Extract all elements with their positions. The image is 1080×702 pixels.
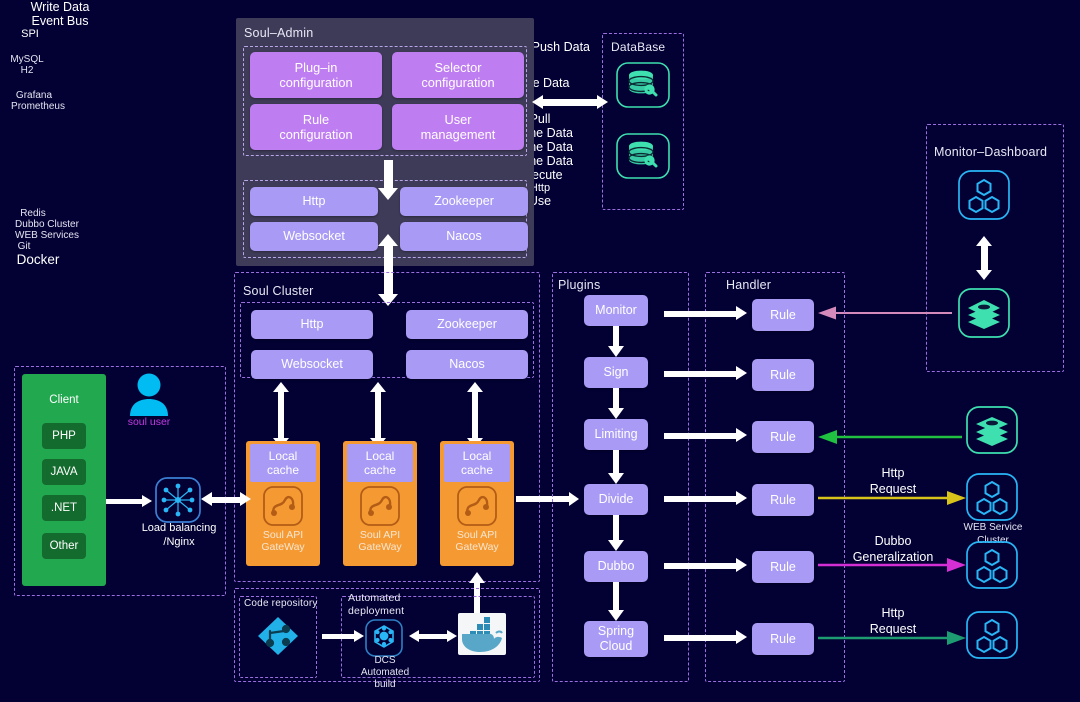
dubbo-generalization-label: Dubbo Generalization <box>852 534 934 564</box>
dcs-docker-shaft <box>417 634 449 639</box>
code-repository-title: Code repository <box>244 598 318 609</box>
service-arrows <box>818 430 966 645</box>
dcs-label: DCS Automated build <box>360 655 410 690</box>
dubbo-cluster-icon <box>966 541 1018 589</box>
dcs-docker-head-left <box>409 630 419 642</box>
dcs-icon <box>365 619 403 657</box>
architecture-diagram: Soul–Admin Plug–in configuration Selector… <box>0 0 1080 702</box>
git-icon <box>256 615 300 657</box>
web-services-icon <box>966 611 1018 659</box>
redis-icon <box>966 406 1018 454</box>
git-dcs-shaft <box>322 634 356 639</box>
docker-icon <box>458 613 506 655</box>
dcs-docker-head-right <box>447 630 457 642</box>
web-service-cluster-icon <box>966 473 1018 521</box>
http-request-label-1: Http Request <box>869 466 917 496</box>
git-dcs-head <box>354 630 364 642</box>
automated-deployment-title: Automated deployment <box>348 592 405 617</box>
http-request-label-2: Http Request <box>869 606 917 636</box>
